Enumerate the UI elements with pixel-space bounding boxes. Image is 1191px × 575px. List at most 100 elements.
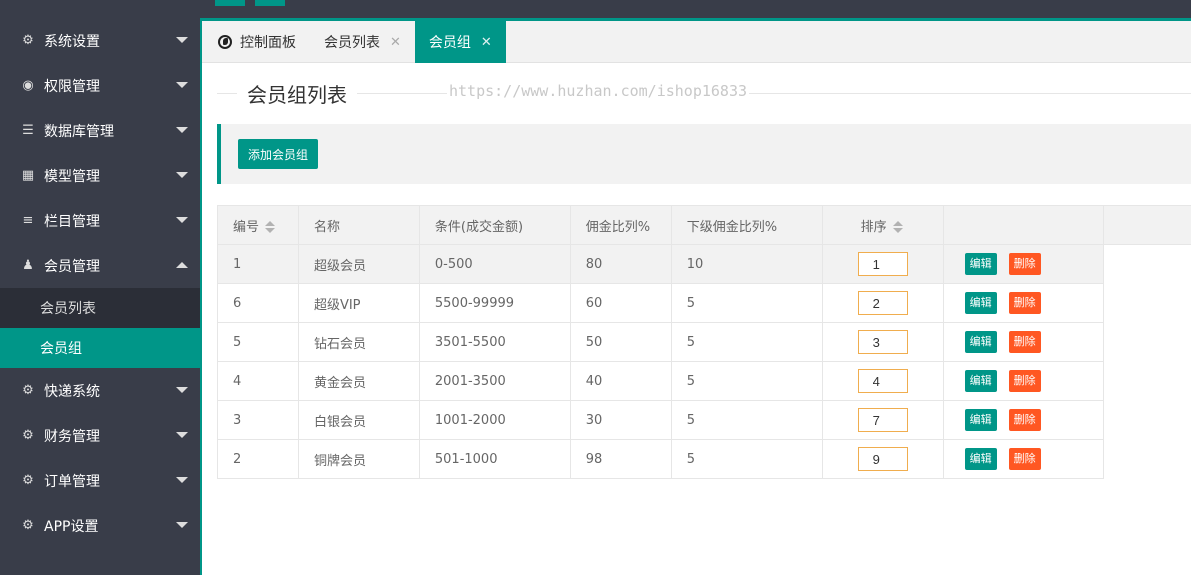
sidebar-subitem-member-list[interactable]: 会员列表: [0, 288, 200, 328]
order-input[interactable]: [857, 408, 908, 432]
sidebar-item-app-settings[interactable]: ⚙ APP设置: [0, 503, 200, 548]
sidebar-item-label: APP设置: [44, 518, 99, 535]
column-header-id[interactable]: 编号: [217, 205, 299, 245]
add-member-group-button[interactable]: 添加会员组: [238, 139, 319, 169]
sidebar-item-system-settings[interactable]: ⚙ 系统设置: [0, 18, 200, 63]
cell-condition: 501-1000: [418, 439, 571, 479]
table-row: 3 白银会员 1001-2000 30 5 编辑删除: [217, 400, 1191, 440]
table-row: 5 钻石会员 3501-5500 50 5 编辑删除: [217, 322, 1191, 362]
order-input[interactable]: [857, 447, 908, 471]
column-header-sub-rate: 下级佣金比列%: [670, 205, 823, 245]
grid-icon: ▦: [21, 168, 35, 183]
cell-filler: [1104, 440, 1191, 479]
header-label: 排序: [860, 219, 887, 235]
delete-button[interactable]: 删除: [1008, 331, 1041, 353]
cell-name: 黄金会员: [297, 361, 420, 401]
cell-condition: 1001-2000: [418, 400, 571, 440]
edit-button[interactable]: 编辑: [964, 253, 997, 275]
cell-order: [821, 283, 944, 323]
column-header-order[interactable]: 排序: [821, 205, 944, 245]
cell-order: [821, 439, 944, 479]
tab-member-groups[interactable]: 会员组 ✕: [414, 21, 506, 63]
cell-id: 1: [217, 244, 299, 284]
close-icon[interactable]: ✕: [390, 35, 401, 50]
cell-name: 超级VIP: [297, 283, 420, 323]
caret-down-icon: [176, 217, 188, 223]
sidebar-item-label: 会员管理: [44, 258, 100, 275]
cell-actions: 编辑 删除: [942, 283, 1105, 323]
toolbar: 添加会员组: [217, 124, 1191, 184]
edit-button[interactable]: 编辑: [964, 409, 997, 431]
sidebar-item-label: 栏目管理: [44, 213, 100, 230]
cell-actions: 编辑 删除: [942, 244, 1105, 284]
order-input[interactable]: [857, 369, 908, 393]
cell-sub-rate: 10: [670, 244, 823, 284]
cell-actions: 编辑 删除: [942, 400, 1105, 440]
caret-up-icon: [176, 262, 188, 268]
gear-icon: ⚙: [22, 473, 34, 488]
sidebar-item-orders[interactable]: ⚙ 订单管理: [0, 458, 200, 503]
header-label: 编号: [233, 219, 260, 235]
sort-icon[interactable]: [265, 221, 276, 233]
sidebar-item-database[interactable]: ☰ 数据库管理: [0, 108, 200, 153]
caret-down-icon: [176, 432, 188, 438]
sidebar-item-label: 系统设置: [44, 33, 100, 50]
list-icon: ≡: [22, 213, 34, 228]
sidebar-subitem-member-groups[interactable]: 会员组: [0, 328, 200, 368]
caret-down-icon: [176, 387, 188, 393]
tab-bar: 控制面板 会员列表 ✕ 会员组 ✕: [202, 21, 1191, 63]
table-row: 4 黄金会员 2001-3500 40 5 编辑删除: [217, 361, 1191, 401]
tab-member-list[interactable]: 会员列表 ✕: [310, 21, 415, 63]
cell-rate: 80: [569, 244, 672, 284]
cell-sub-rate: 5: [670, 361, 823, 401]
order-input[interactable]: [857, 252, 908, 276]
caret-down-icon: [176, 477, 188, 483]
caret-down-icon: [176, 522, 188, 528]
order-input[interactable]: [857, 330, 908, 354]
tab-dashboard[interactable]: 控制面板: [202, 21, 310, 63]
main-content: 控制面板 会员列表 ✕ 会员组 ✕ 会员组列表 https://www.huzh…: [200, 18, 1191, 575]
cell-id: 5: [217, 322, 299, 362]
caret-down-icon: [176, 127, 188, 133]
cell-name: 铜牌会员: [297, 439, 420, 479]
header-button[interactable]: [255, 0, 285, 6]
cell-rate: 40: [569, 361, 672, 401]
delete-button[interactable]: 删除: [1008, 292, 1041, 314]
edit-button[interactable]: 编辑: [964, 448, 997, 470]
sidebar-item-label: 订单管理: [44, 473, 100, 490]
delete-button[interactable]: 删除: [1008, 448, 1041, 470]
cell-order: [821, 322, 944, 362]
globe-icon: ◉: [22, 78, 34, 93]
sidebar-item-columns[interactable]: ≡ 栏目管理: [0, 198, 200, 243]
sidebar-item-finance[interactable]: ⚙ 财务管理: [0, 413, 200, 458]
column-header-condition: 条件(成交金额): [418, 205, 571, 245]
cell-filler: [1104, 284, 1191, 323]
edit-button[interactable]: 编辑: [964, 331, 997, 353]
sidebar-item-permissions[interactable]: ◉ 权限管理: [0, 63, 200, 108]
cell-filler: [1104, 401, 1191, 440]
cell-name: 超级会员: [297, 244, 420, 284]
header-button[interactable]: [215, 0, 245, 6]
page-title: 会员组列表: [237, 79, 357, 108]
sidebar: ⚙ 系统设置 ◉ 权限管理 ☰ 数据库管理 ▦ 模型管理 ≡ 栏目管理 ♟ 会员…: [0, 18, 200, 575]
edit-button[interactable]: 编辑: [964, 292, 997, 314]
order-input[interactable]: [857, 291, 908, 315]
edit-button[interactable]: 编辑: [964, 370, 997, 392]
sidebar-item-label: 权限管理: [44, 78, 100, 95]
sidebar-item-express[interactable]: ⚙ 快递系统: [0, 368, 200, 413]
top-header: [0, 0, 1191, 18]
cell-condition: 3501-5500: [418, 322, 571, 362]
close-icon[interactable]: ✕: [481, 35, 492, 50]
tab-label: 控制面板: [240, 35, 296, 51]
member-group-table: 编号 名称 条件(成交金额) 佣金比列% 下级佣金比列% 排序 1 超级会员 0…: [217, 205, 1191, 479]
delete-button[interactable]: 删除: [1008, 409, 1041, 431]
sort-icon[interactable]: [892, 221, 903, 233]
delete-button[interactable]: 删除: [1008, 253, 1041, 275]
delete-button[interactable]: 删除: [1008, 370, 1041, 392]
cell-id: 4: [217, 361, 299, 401]
column-header-rate: 佣金比列%: [569, 205, 672, 245]
sidebar-item-models[interactable]: ▦ 模型管理: [0, 153, 200, 198]
cell-id: 3: [217, 400, 299, 440]
sidebar-item-members[interactable]: ♟ 会员管理: [0, 243, 200, 288]
cell-actions: 编辑 删除: [942, 322, 1105, 362]
